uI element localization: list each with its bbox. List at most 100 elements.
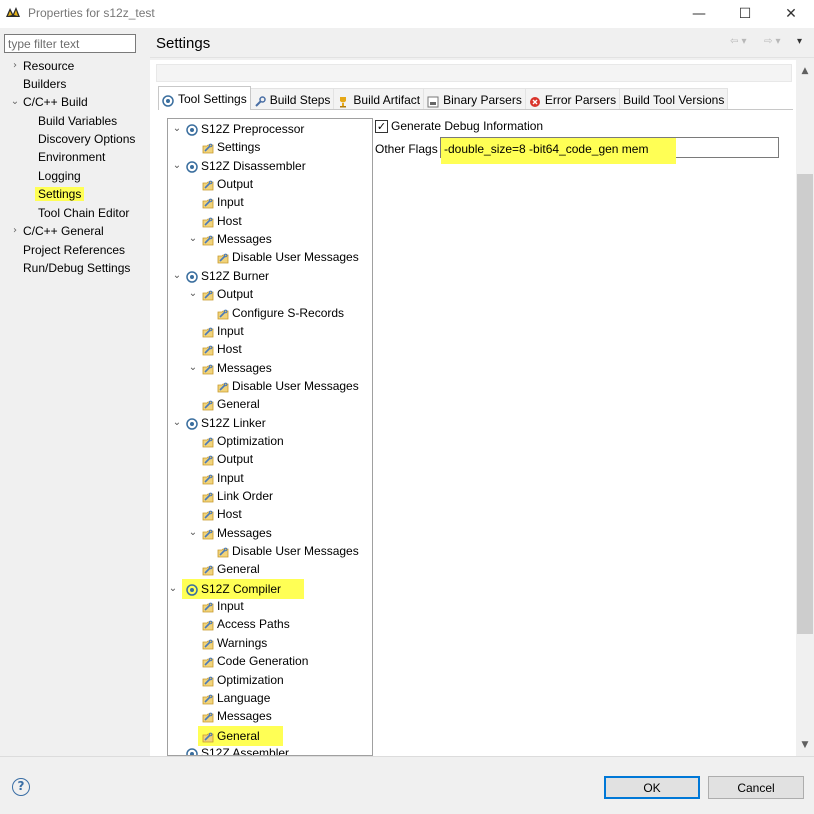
generate-debug-checkbox[interactable]: ✓: [375, 120, 388, 133]
tree-item-label: Settings: [217, 140, 261, 155]
tree-item-label: General: [214, 726, 263, 745]
tree-item[interactable]: ⌄ S12Z Linker: [173, 414, 266, 432]
tree-item[interactable]: Disable User Messages: [217, 248, 359, 266]
nav-item-label: Logging: [38, 169, 81, 183]
chevron-down-icon[interactable]: ⌄: [188, 524, 198, 542]
cancel-button[interactable]: Cancel: [708, 776, 804, 799]
tree-item[interactable]: Host: [202, 340, 242, 358]
tool-icon: [186, 747, 198, 755]
tree-item[interactable]: Input: [202, 597, 244, 615]
tree-item[interactable]: Messages: [202, 707, 272, 725]
tree-item[interactable]: Output: [202, 175, 253, 193]
tree-item[interactable]: ⌄ S12Z Preprocessor: [173, 120, 305, 138]
tree-item[interactable]: Host: [202, 505, 242, 523]
chevron-down-icon[interactable]: ⌄: [168, 580, 178, 598]
chevron-down-icon[interactable]: ⌄: [188, 285, 198, 303]
tree-item[interactable]: ⌄ S12Z Compiler: [169, 578, 305, 599]
ok-button[interactable]: OK: [604, 776, 700, 799]
scroll-up-icon[interactable]: ▲: [799, 66, 811, 76]
tree-item[interactable]: Optimization: [202, 671, 284, 689]
tree-item[interactable]: Output: [202, 450, 253, 468]
forward-button[interactable]: ⇨ ▾: [764, 36, 781, 50]
tool-settings-tree[interactable]: ⌄ S12Z Preprocessor Settings ⌄ S12Z Disassem…: [167, 118, 373, 756]
tab-error-parsers[interactable]: Error Parsers: [524, 88, 621, 110]
tree-item[interactable]: Input: [202, 322, 244, 340]
chevron-down-icon[interactable]: ⌄: [10, 93, 20, 111]
nav-item-settings[interactable]: Settings: [35, 185, 85, 203]
scroll-down-icon[interactable]: ▼: [799, 740, 811, 750]
nav-item-resource[interactable]: › Resource: [13, 57, 74, 75]
tool-icon: [186, 583, 198, 596]
tab-build-steps[interactable]: Build Steps: [249, 88, 335, 110]
option-category-icon: [202, 196, 214, 209]
tree-item[interactable]: Input: [202, 193, 244, 211]
view-menu-button[interactable]: ▾: [797, 36, 802, 50]
nav-item-builders[interactable]: Builders: [23, 75, 66, 93]
chevron-down-icon[interactable]: ⌄: [172, 267, 182, 285]
tree-item[interactable]: Disable User Messages: [217, 377, 359, 395]
tree-item[interactable]: ⌄ Messages: [189, 230, 272, 248]
tree-item[interactable]: Code Generation: [202, 652, 308, 670]
nav-item-cpp-build[interactable]: ⌄ C/C++ Build: [11, 93, 88, 111]
tree-item[interactable]: ⌄ Output: [189, 285, 253, 303]
maximize-button[interactable]: ☐: [722, 0, 768, 28]
tab-binary-parsers[interactable]: Binary Parsers: [423, 88, 526, 110]
filter-input[interactable]: [4, 34, 136, 53]
close-button[interactable]: ✕: [768, 0, 814, 28]
nav-item-run-debug-settings[interactable]: Run/Debug Settings: [23, 259, 130, 277]
tree-item-label: S12Z Assembler: [201, 745, 290, 756]
tree-item[interactable]: Optimization: [202, 432, 284, 450]
chevron-right-icon[interactable]: ›: [10, 222, 20, 240]
minimize-button[interactable]: —: [676, 0, 722, 28]
tree-item[interactable]: General: [202, 560, 260, 578]
tree-item[interactable]: ⌄ S12Z Disassembler: [173, 157, 306, 175]
content-scrollbar[interactable]: ▲ ▼: [796, 60, 814, 756]
tree-item-label: S12Z Burner: [201, 268, 270, 283]
wrench-icon: [254, 94, 266, 107]
nav-item-cpp-general[interactable]: › C/C++ General: [13, 222, 104, 240]
nav-item-label: Build Variables: [38, 114, 118, 128]
nav-item-logging[interactable]: Logging: [38, 167, 81, 185]
tree-item[interactable]: ⌄ S12Z Burner: [173, 267, 270, 285]
nav-item-build-variables[interactable]: Build Variables: [38, 112, 117, 130]
tree-item[interactable]: Disable User Messages: [217, 542, 359, 560]
tool-icon: [186, 270, 198, 283]
tree-item[interactable]: Link Order: [202, 487, 273, 505]
nav-item-discovery-options[interactable]: Discovery Options: [38, 130, 135, 148]
tree-item[interactable]: S12Z Assembler: [186, 744, 290, 756]
tree-item[interactable]: Warnings: [202, 634, 267, 652]
chevron-down-icon[interactable]: ⌄: [188, 359, 198, 377]
nav-item-label: Settings: [35, 187, 85, 201]
option-category-icon: [202, 398, 214, 411]
tree-item[interactable]: Language: [202, 689, 270, 707]
tree-item[interactable]: Input: [202, 469, 244, 487]
tree-item[interactable]: Configure S-Records: [217, 304, 344, 322]
tool-icon: [186, 417, 198, 430]
tree-item[interactable]: Access Paths: [202, 615, 290, 633]
tree-item[interactable]: ⌄ Messages: [189, 359, 272, 377]
nav-item-project-references[interactable]: Project References: [23, 241, 125, 259]
tab-build-artifact[interactable]: Build Artifact: [333, 88, 425, 110]
option-category-icon: [202, 563, 214, 576]
tree-item[interactable]: General: [198, 725, 283, 746]
scroll-thumb[interactable]: [797, 174, 813, 634]
chevron-down-icon[interactable]: ⌄: [188, 230, 198, 248]
chevron-right-icon[interactable]: ›: [10, 57, 20, 75]
tree-item[interactable]: ⌄ Messages: [189, 524, 272, 542]
tree-item-label: Disable User Messages: [232, 544, 359, 559]
back-button[interactable]: ⇦ ▾: [730, 36, 747, 50]
tab-tool-settings[interactable]: Tool Settings: [158, 86, 251, 110]
nav-item-tool-chain-editor[interactable]: Tool Chain Editor: [38, 204, 129, 222]
chevron-down-icon[interactable]: ⌄: [172, 157, 182, 175]
tool-icon: [186, 160, 198, 173]
chevron-down-icon[interactable]: ⌄: [172, 414, 182, 432]
tree-item[interactable]: Host: [202, 212, 242, 230]
tab-build-tool-versions[interactable]: Build Tool Versions: [619, 88, 729, 110]
nav-item-environment[interactable]: Environment: [38, 148, 105, 166]
tree-item[interactable]: Settings: [202, 138, 260, 156]
help-icon[interactable]: ?: [12, 778, 30, 796]
option-category-icon: [202, 141, 214, 154]
maximize-icon: ☐: [738, 6, 752, 22]
tree-item[interactable]: General: [202, 395, 260, 413]
chevron-down-icon[interactable]: ⌄: [172, 120, 182, 138]
